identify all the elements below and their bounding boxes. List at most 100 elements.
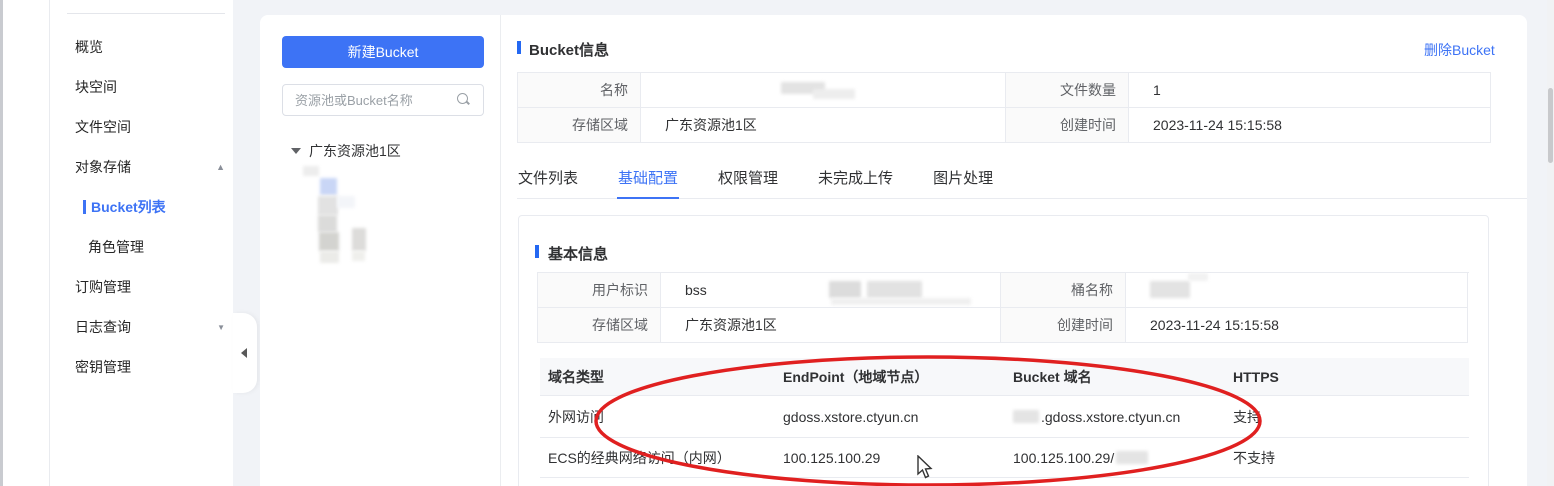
col-header: HTTPS xyxy=(1233,368,1279,385)
bucket-domain: .gdoss.xstore.ctyun.cn xyxy=(1013,409,1233,425)
window-scrollbar-thumb[interactable] xyxy=(1548,88,1553,163)
sidebar-item-block-space[interactable]: 块空间 xyxy=(50,67,233,107)
object-storage-console: 概览 块空间 文件空间 对象存储 ▲ Bucket列表 角色管理 订购管理 日志… xyxy=(0,0,1554,486)
col-header: 域名类型 xyxy=(548,368,604,385)
redacted-text xyxy=(318,196,338,215)
search-icon[interactable] xyxy=(457,93,471,107)
sidebar-item-label: 对象存储 xyxy=(75,159,131,175)
info-label: 创建时间 xyxy=(1001,308,1126,343)
bucket-name-value xyxy=(1126,273,1468,308)
redacted-text xyxy=(303,166,319,176)
user-id-value: bss xyxy=(661,273,1001,308)
redacted-text xyxy=(1150,281,1190,298)
sidebar-item-overview[interactable]: 概览 xyxy=(50,27,233,67)
info-label: 存储区域 xyxy=(538,308,661,343)
sidebar-item-key-management[interactable]: 密钥管理 xyxy=(50,347,233,387)
https-support: 支持 xyxy=(1233,408,1261,425)
collapse-left-icon xyxy=(241,348,247,358)
bucket-domain: 100.125.100.29/ xyxy=(1013,450,1233,466)
storage-region-value: 广东资源池1区 xyxy=(661,308,1001,343)
https-support: 不支持 xyxy=(1233,449,1275,466)
chevron-up-icon: ▲ xyxy=(216,162,225,172)
chevron-down-icon: ▼ xyxy=(217,322,225,332)
basic-info-table: 用户标识 bss 桶名称 存储区域 广东资源池1区 创建时间 2023-11-2… xyxy=(537,272,1469,343)
redacted-text xyxy=(320,251,339,263)
tab-image-processing[interactable]: 图片处理 xyxy=(932,168,994,199)
storage-region-value: 广东资源池1区 xyxy=(641,108,1006,143)
redacted-text xyxy=(319,232,339,251)
sidebar-item-label: 订购管理 xyxy=(75,279,131,295)
tree-expand-icon[interactable] xyxy=(291,148,301,154)
file-count-value: 1 xyxy=(1129,73,1491,108)
redacted-text xyxy=(831,298,971,305)
page-title: Bucket信息 xyxy=(529,42,610,59)
redacted-text xyxy=(337,196,355,208)
create-time-value: 2023-11-24 15:15:58 xyxy=(1126,308,1468,343)
redacted-text xyxy=(1013,410,1039,423)
sidebar-item-label: 块空间 xyxy=(75,79,117,95)
sidebar-item-bucket-list[interactable]: Bucket列表 xyxy=(50,187,233,227)
sidebar-item-object-storage[interactable]: 对象存储 ▲ xyxy=(50,147,233,187)
sidebar-item-label: Bucket列表 xyxy=(91,199,166,215)
sidebar-item-label: 密钥管理 xyxy=(75,359,131,375)
redacted-text xyxy=(829,281,861,298)
create-time-value: 2023-11-24 15:15:58 xyxy=(1129,108,1491,143)
info-label: 桶名称 xyxy=(1001,273,1126,308)
new-bucket-button[interactable]: 新建Bucket xyxy=(282,36,484,68)
bucket-search-input[interactable] xyxy=(283,92,457,108)
redacted-text xyxy=(318,215,337,232)
redacted-selected-bucket[interactable] xyxy=(320,178,337,195)
endpoint: 100.125.100.29 xyxy=(783,449,881,466)
redacted-text xyxy=(352,228,366,251)
mouse-cursor xyxy=(917,455,933,479)
resource-pool-label: 广东资源池1区 xyxy=(309,143,401,159)
sidebar-item-order-management[interactable]: 订购管理 xyxy=(50,267,233,307)
tab-basic-config[interactable]: 基础配置 xyxy=(617,168,680,199)
col-header: EndPoint（地域节点） xyxy=(783,368,929,385)
collapsed-nav-rail xyxy=(0,0,50,486)
sidebar-collapse-handle[interactable] xyxy=(233,313,257,393)
bucket-name-value xyxy=(641,73,1006,108)
left-scrollbar-strip[interactable] xyxy=(0,0,3,486)
redacted-text xyxy=(813,89,855,99)
table-row: 外网访问 gdoss.xstore.ctyun.cn .gdoss.xstore… xyxy=(540,396,1469,438)
section-marker xyxy=(517,41,521,54)
col-header: Bucket 域名 xyxy=(1013,368,1092,385)
sidebar-item-log-query[interactable]: 日志查询 ▼ xyxy=(50,307,233,347)
bucket-info-table: 名称 文件数量 1 存储区域 广东资源池1区 创建时间 2023-11-24 1… xyxy=(517,72,1491,143)
redacted-text xyxy=(352,251,365,261)
redacted-text xyxy=(867,281,922,298)
domain-table: 域名类型 EndPoint（地域节点） Bucket 域名 HTTPS 外网访问… xyxy=(540,358,1469,478)
info-label: 存储区域 xyxy=(518,108,641,143)
domain-type: 外网访问 xyxy=(548,408,604,425)
domain-table-header: 域名类型 EndPoint（地域节点） Bucket 域名 HTTPS xyxy=(540,358,1469,396)
panel-divider xyxy=(500,15,501,486)
endpoint: gdoss.xstore.ctyun.cn xyxy=(783,408,919,425)
active-indicator-bar xyxy=(83,200,86,214)
tab-file-list[interactable]: 文件列表 xyxy=(517,168,579,199)
info-label: 名称 xyxy=(518,73,641,108)
table-row: ECS的经典网络访问（内网） 100.125.100.29 100.125.10… xyxy=(540,438,1469,478)
section-marker xyxy=(535,245,539,258)
resource-pool-tree-node[interactable]: 广东资源池1区 xyxy=(291,141,401,161)
tab-permission[interactable]: 权限管理 xyxy=(717,168,779,199)
tab-incomplete-upload[interactable]: 未完成上传 xyxy=(817,168,894,199)
basic-info-title: 基本信息 xyxy=(548,246,609,263)
window-scrollbar-track[interactable] xyxy=(1547,0,1554,486)
sidebar-item-label: 角色管理 xyxy=(88,239,144,255)
sidebar-item-label: 文件空间 xyxy=(75,119,131,135)
sidebar-item-file-space[interactable]: 文件空间 xyxy=(50,107,233,147)
info-label: 用户标识 xyxy=(538,273,661,308)
bucket-tabs: 文件列表 基础配置 权限管理 未完成上传 图片处理 xyxy=(517,168,1527,199)
bucket-search-box xyxy=(282,84,484,116)
info-label: 创建时间 xyxy=(1006,108,1129,143)
delete-bucket-link[interactable]: 删除Bucket xyxy=(1424,40,1514,60)
domain-type: ECS的经典网络访问（内网） xyxy=(548,449,731,466)
sidebar-item-role-management[interactable]: 角色管理 xyxy=(50,227,233,267)
sidebar-item-label: 日志查询 xyxy=(75,319,131,335)
sidebar: 概览 块空间 文件空间 对象存储 ▲ Bucket列表 角色管理 订购管理 日志… xyxy=(50,0,233,486)
sidebar-divider xyxy=(67,13,225,14)
sidebar-item-label: 概览 xyxy=(75,39,103,55)
redacted-text xyxy=(1116,451,1149,464)
info-label: 文件数量 xyxy=(1006,73,1129,108)
